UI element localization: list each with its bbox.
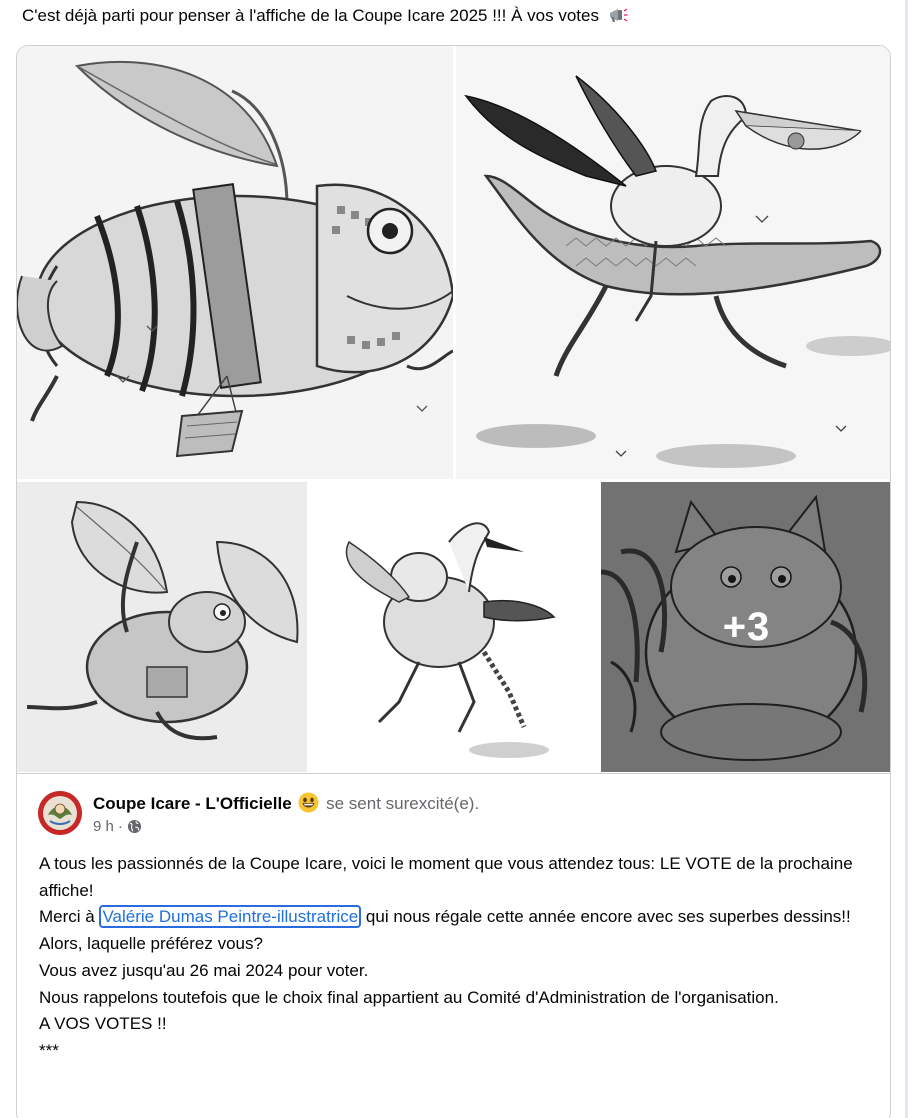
post-line-2-end: qui nous régale cette année encore avec … bbox=[361, 907, 851, 927]
post-line-4: Vous avez jusqu'au 26 mai 2024 pour vote… bbox=[39, 960, 369, 980]
photo-cat-more[interactable]: +3 bbox=[601, 482, 890, 772]
meta-separator: · bbox=[117, 818, 123, 835]
megaphone-icon bbox=[608, 7, 628, 23]
post-line-6: A VOS VOTES !! bbox=[39, 1014, 167, 1034]
post-line-3: Alors, laquelle préférez vous? bbox=[39, 934, 263, 954]
post-caption: C'est déjà parti pour penser à l'affiche… bbox=[22, 5, 628, 27]
post-content: Coupe Icare - L'Officielle se sent surex… bbox=[17, 773, 890, 1118]
author-name[interactable]: Coupe Icare - L'Officielle bbox=[93, 794, 292, 813]
caption-text: C'est déjà parti pour penser à l'affiche… bbox=[22, 6, 599, 25]
photo-chameleon[interactable] bbox=[17, 46, 453, 479]
author-line: Coupe Icare - L'Officielle se sent surex… bbox=[93, 792, 479, 815]
post-time[interactable]: 9 h bbox=[93, 818, 114, 835]
post-line-2-start: Merci à bbox=[39, 907, 100, 927]
feeling-text: se sent surexcité(e). bbox=[326, 794, 480, 813]
photo-two-birds[interactable] bbox=[309, 482, 599, 772]
more-photos-overlay[interactable]: +3 bbox=[601, 482, 890, 772]
post-line-7: *** bbox=[39, 1040, 59, 1060]
post-text: A tous les passionnés de la Coupe Icare,… bbox=[39, 851, 869, 1065]
globe-icon[interactable] bbox=[127, 819, 142, 834]
post-meta: 9 h · bbox=[93, 818, 142, 835]
grinning-face-icon bbox=[298, 792, 319, 813]
mention-link[interactable]: Valérie Dumas Peintre-illustratrice bbox=[99, 905, 362, 929]
page-avatar[interactable] bbox=[38, 791, 82, 835]
shared-post-card: +3 Coupe Icare - L'Officielle se sent su… bbox=[16, 45, 891, 1118]
post-line-1: A tous les passionnés de la Coupe Icare,… bbox=[39, 854, 853, 900]
photo-pelican-crocodile[interactable] bbox=[456, 46, 890, 479]
post-line-2: Merci à Valérie Dumas Peintre-illustratr… bbox=[39, 904, 869, 931]
photo-frog[interactable] bbox=[17, 482, 307, 772]
post-line-5: Nous rappelons toutefois que le choix fi… bbox=[39, 987, 779, 1007]
more-photos-count: +3 bbox=[722, 604, 771, 649]
